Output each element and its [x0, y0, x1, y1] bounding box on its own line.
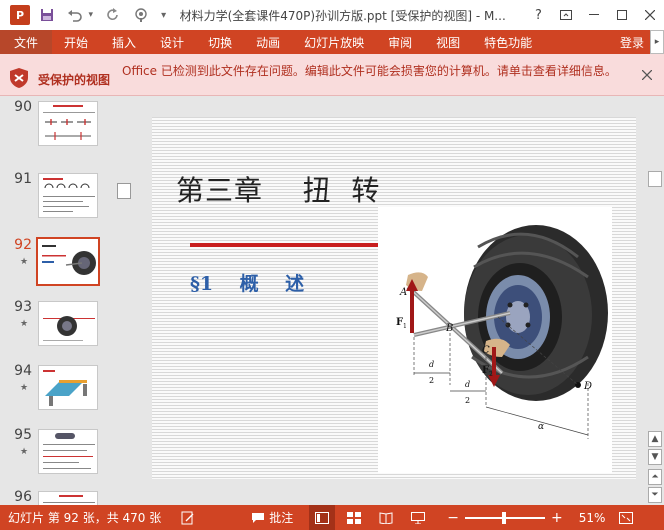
slide-editor[interactable]: 第三章 扭 转 §1 概 述 A F 1 B C F 2 D d 2 d 2 α: [134, 97, 646, 505]
slide-title[interactable]: 第三章 扭 转: [176, 169, 380, 209]
slideshow-icon[interactable]: [405, 505, 431, 530]
sign-in-link[interactable]: 登录: [614, 30, 650, 54]
comment-icon: [252, 512, 265, 523]
thumbnail-slide-94[interactable]: 94 ★: [0, 361, 116, 421]
ribbon-display-icon[interactable]: [552, 0, 580, 30]
tab-review[interactable]: 审阅: [376, 30, 424, 54]
slide-number: 96: [14, 489, 32, 505]
scroll-thumb[interactable]: [648, 171, 662, 187]
label-half-d-1-den: 2: [429, 376, 434, 385]
zoom-in-icon[interactable]: +: [545, 505, 569, 530]
slide-thumbnail[interactable]: [38, 101, 98, 146]
thumbnail-scrollbar[interactable]: [116, 97, 132, 505]
ribbon-scroll-right-icon[interactable]: ▸: [650, 30, 664, 54]
thumbnail-slide-92[interactable]: 92 ★: [0, 235, 116, 295]
scroll-up-icon[interactable]: ▲: [648, 431, 662, 447]
animation-star-icon: ★: [20, 319, 29, 329]
animation-star-icon: ★: [20, 447, 29, 457]
label-half-d-2: d: [465, 380, 470, 389]
slide-sorter-icon[interactable]: [341, 505, 367, 530]
zoom-slider-thumb[interactable]: [502, 511, 507, 524]
label-f2-sub: 2: [489, 371, 493, 378]
thumbnail-slide-96[interactable]: 96 ★: [0, 487, 116, 505]
tab-animations[interactable]: 动画: [244, 30, 292, 54]
tab-transitions[interactable]: 切换: [196, 30, 244, 54]
protected-view-bar[interactable]: 受保护的视图 Office 已检测到此文件存在问题。编辑此文件可能会损害您的计算…: [0, 54, 664, 96]
fit-to-window-icon[interactable]: [613, 505, 639, 530]
title-underline: [190, 243, 380, 247]
slide-thumbnail-selected[interactable]: [36, 237, 100, 286]
protected-view-title: 受保护的视图: [38, 73, 111, 87]
slide-thumbnail[interactable]: [38, 429, 98, 474]
close-protected-bar-icon[interactable]: [641, 68, 653, 84]
slide-subtitle[interactable]: §1 概 述: [190, 269, 304, 296]
slide-scrollbar[interactable]: ▲ ▼ ⏶ ⏷: [646, 97, 664, 505]
thumbnail-slide-90[interactable]: 90: [0, 97, 116, 157]
tab-special-features[interactable]: 特色功能: [472, 30, 544, 54]
animation-star-icon: ★: [20, 257, 29, 267]
zoom-percent[interactable]: 51%: [579, 511, 606, 525]
tab-design[interactable]: 设计: [148, 30, 196, 54]
tab-view[interactable]: 视图: [424, 30, 472, 54]
shield-warning-icon: [10, 68, 28, 88]
slide-number: 95: [14, 427, 32, 443]
slide-thumbnail[interactable]: [38, 301, 98, 346]
touch-mode-icon[interactable]: [130, 4, 152, 26]
tab-file[interactable]: 文件: [0, 30, 53, 54]
tab-insert[interactable]: 插入: [100, 30, 148, 54]
slide-thumbnails-pane[interactable]: 90 91 92 ★ 93 ★ 94 ★ 95 ★ 96: [0, 97, 134, 505]
reading-view-icon[interactable]: [373, 505, 399, 530]
label-a: A: [399, 287, 407, 298]
thumbnail-slide-91[interactable]: 91: [0, 169, 116, 229]
zoom-slider[interactable]: [465, 511, 545, 524]
status-bar: 幻灯片 第 92 张，共 470 张 批注 − + 51%: [0, 505, 664, 530]
slide-thumbnail[interactable]: [38, 365, 98, 410]
normal-view-icon[interactable]: [309, 505, 336, 530]
tab-slideshow[interactable]: 幻灯片放映: [292, 30, 376, 54]
undo-dropdown-icon[interactable]: ▾: [86, 4, 96, 26]
label-b: B: [445, 323, 453, 334]
ribbon-tabs: 文件 开始 插入 设计 切换 动画 幻灯片放映 审阅 视图 特色功能 登录 ▸: [0, 30, 664, 54]
label-c: C: [482, 345, 490, 356]
protected-view-message[interactable]: Office 已检测到此文件存在问题。编辑此文件可能会损害您的计算机。请单击查看…: [122, 64, 632, 79]
label-d: D: [583, 381, 592, 392]
label-half-d-2-den: 2: [465, 396, 470, 405]
thumbnail-scroll-thumb[interactable]: [117, 183, 131, 199]
help-button[interactable]: ?: [524, 0, 552, 30]
scroll-down-icon[interactable]: ▼: [648, 449, 662, 465]
label-alpha: α: [538, 422, 544, 432]
slide-number: 90: [14, 99, 32, 115]
slide-thumbnail[interactable]: [38, 173, 98, 218]
thumbnail-slide-95[interactable]: 95 ★: [0, 425, 116, 485]
undo-icon[interactable]: [64, 4, 86, 26]
slide-thumbnail[interactable]: [38, 491, 98, 505]
redo-icon[interactable]: [102, 4, 124, 26]
maximize-icon[interactable]: [608, 0, 636, 30]
powerpoint-app-icon[interactable]: P: [10, 5, 30, 25]
minimize-icon[interactable]: [580, 0, 608, 30]
save-icon[interactable]: [36, 4, 58, 26]
close-icon[interactable]: [636, 0, 664, 30]
tire-wrench-diagram[interactable]: A F 1 B C F 2 D d 2 d 2 α: [378, 207, 612, 473]
comments-label: 批注: [269, 511, 294, 525]
slide-number: 93: [14, 299, 32, 315]
label-f1-sub: 1: [403, 323, 407, 330]
thumbnail-slide-93[interactable]: 93 ★: [0, 297, 116, 357]
animation-star-icon: ★: [20, 383, 29, 393]
slide-number: 91: [14, 171, 32, 187]
slide-canvas[interactable]: 第三章 扭 转 §1 概 述 A F 1 B C F 2 D d 2 d 2 α: [152, 117, 636, 479]
slide-number: 92: [14, 237, 32, 253]
comments-button[interactable]: 批注: [245, 505, 299, 530]
next-slide-icon[interactable]: ⏷: [648, 487, 662, 503]
zoom-out-icon[interactable]: −: [441, 505, 465, 530]
document-title: 材料力学(全套课件470P)孙训方版.ppt [受保护的视图] - M...: [179, 8, 506, 23]
slide-count: 幻灯片 第 92 张，共 470 张: [8, 511, 162, 525]
slide-number: 94: [14, 363, 32, 379]
title-bar: P ▾ ▾ 材料力学(全套课件470P)孙训方版.ppt [受保护的视图] - …: [0, 0, 664, 30]
label-half-d-1: d: [429, 360, 434, 369]
previous-slide-icon[interactable]: ⏶: [648, 469, 662, 485]
customize-icon[interactable]: ▾: [158, 4, 170, 26]
notes-icon[interactable]: [175, 505, 201, 530]
tab-home[interactable]: 开始: [52, 30, 100, 54]
